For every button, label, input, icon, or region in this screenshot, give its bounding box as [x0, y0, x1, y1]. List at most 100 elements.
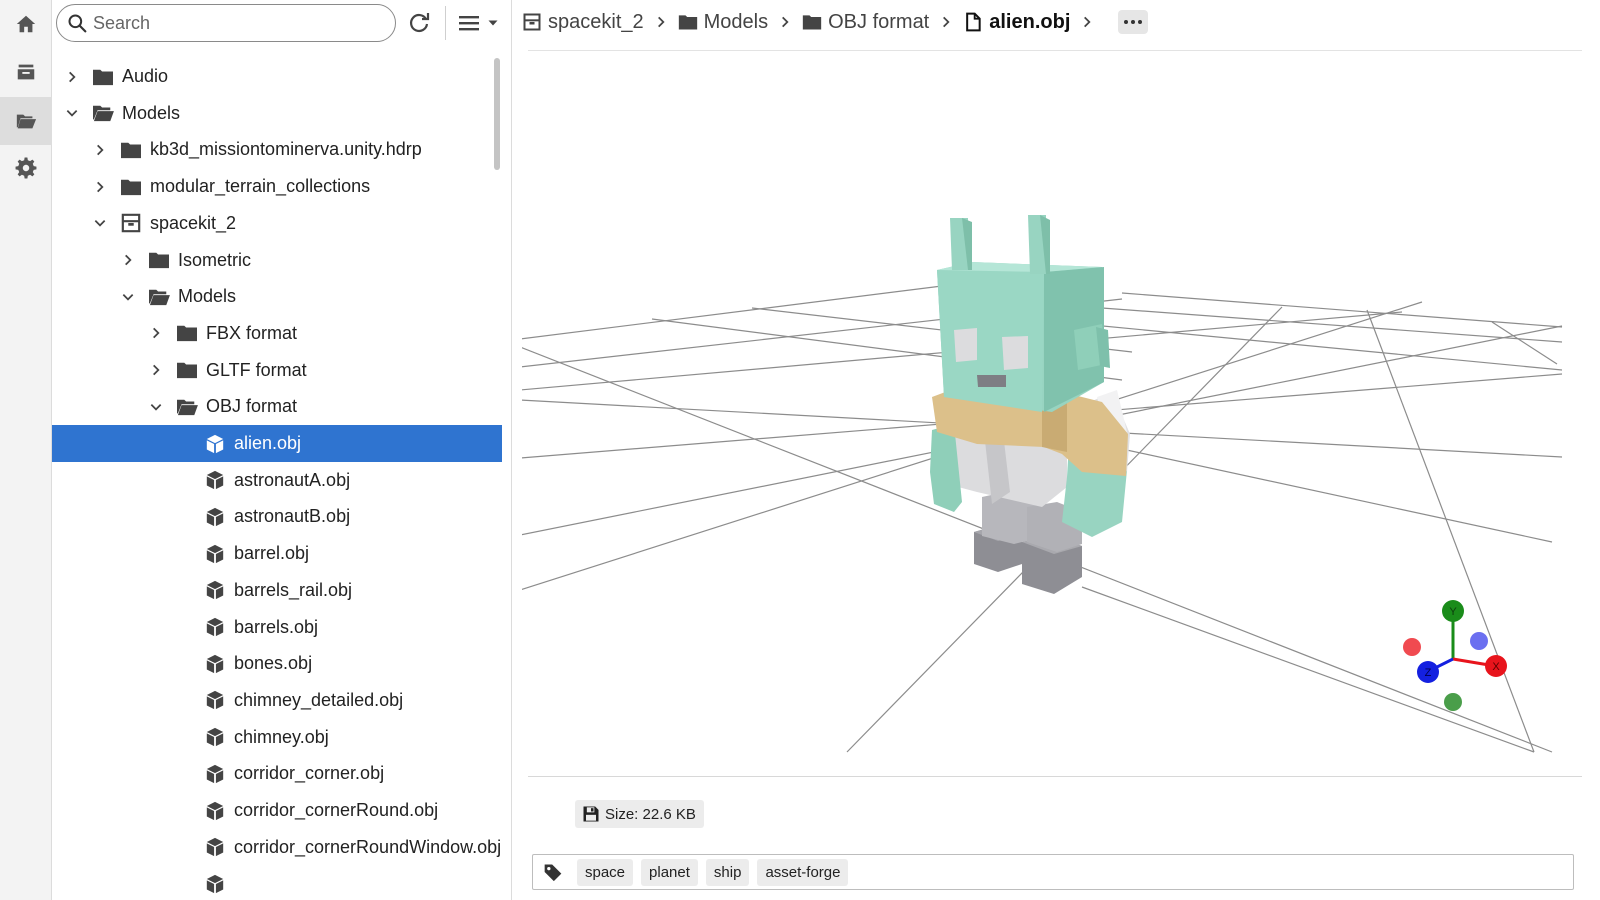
tree-folder-item[interactable]: OBJ format [52, 388, 502, 425]
tree-folder-item[interactable]: Models [52, 95, 502, 132]
tree-file-item[interactable]: astronautA.obj [52, 462, 502, 499]
breadcrumb-item[interactable]: spacekit_2 [522, 11, 644, 34]
chevron-right-icon[interactable] [64, 69, 80, 85]
tree-folder-item[interactable]: Audio [52, 58, 502, 95]
package-icon [120, 213, 142, 233]
menu-icon [459, 16, 479, 31]
axis-x-label: X [1492, 661, 1500, 673]
chevron-right-icon[interactable] [120, 252, 136, 268]
tree-file-item[interactable] [52, 865, 502, 900]
scrollbar[interactable] [494, 58, 500, 170]
chevron-down-icon[interactable] [64, 105, 80, 121]
cube-icon [204, 874, 226, 894]
breadcrumb-label: alien.obj [989, 10, 1071, 33]
settings-button[interactable] [0, 144, 52, 192]
cube-icon [204, 580, 226, 600]
cube-icon [204, 470, 226, 490]
chevron-down-icon[interactable] [120, 289, 136, 305]
tree-file-item[interactable]: astronautB.obj [52, 498, 502, 535]
chevron-right-icon[interactable] [148, 362, 164, 378]
folder-open-icon [92, 103, 114, 123]
tag-chip[interactable]: ship [705, 858, 750, 886]
cube-icon [204, 801, 226, 821]
folder-open-icon [16, 114, 37, 129]
breadcrumb-item[interactable]: Models [678, 11, 768, 34]
tree-item-label: corridor_corner.obj [234, 763, 385, 784]
chevron-right-icon [644, 15, 678, 29]
toolbar-divider [445, 6, 446, 40]
tag-chip[interactable]: space [577, 858, 634, 886]
chevron-right-icon[interactable] [148, 325, 164, 341]
archive-button[interactable] [0, 48, 52, 96]
cube-icon [204, 507, 226, 527]
tags-bar[interactable]: space planet ship asset-forge [532, 854, 1574, 890]
tree-file-item[interactable]: alien.obj [52, 425, 502, 462]
axis-neg-x-handle[interactable] [1403, 638, 1421, 656]
tree-file-item[interactable]: corridor_corner.obj [52, 755, 502, 792]
search-icon [68, 14, 87, 33]
axis-neg-z-handle[interactable] [1470, 632, 1488, 650]
tag-chip[interactable]: asset-forge [757, 858, 849, 886]
tree-file-item[interactable]: barrel.obj [52, 535, 502, 572]
tree-item-label: Isometric [178, 249, 252, 270]
tree-folder-item[interactable]: Isometric [52, 242, 502, 279]
breadcrumb-item[interactable]: OBJ format [802, 11, 929, 34]
viewer-divider [528, 776, 1582, 777]
breadcrumb-more-button[interactable] [1118, 10, 1149, 34]
tree-file-item[interactable]: barrels.obj [52, 609, 502, 646]
tree-item-label: barrels_rail.obj [234, 579, 353, 600]
chevron-down-icon[interactable] [148, 399, 164, 415]
refresh-icon [409, 13, 430, 33]
axis-neg-y-handle[interactable] [1444, 693, 1462, 711]
tree-item-label: corridor_cornerRound.obj [234, 800, 439, 820]
home-button[interactable] [0, 0, 52, 48]
tree-file-item[interactable]: chimney.obj [52, 719, 502, 756]
tree-folder-item[interactable]: kb3d_missiontominerva.unity.hdrp [52, 131, 502, 168]
chevron-down-icon[interactable] [92, 215, 108, 231]
breadcrumb-item[interactable]: alien.obj [963, 11, 1070, 34]
tree-folder-item[interactable]: spacekit_2 [52, 205, 502, 242]
chevron-right-icon [768, 15, 802, 29]
tree-item-label: Models [178, 286, 237, 307]
refresh-button[interactable] [404, 8, 434, 38]
cube-icon [204, 544, 226, 564]
tree-folder-item[interactable]: Models [52, 278, 502, 315]
chevron-right-icon[interactable] [92, 179, 108, 195]
gear-icon [15, 157, 37, 179]
files-button[interactable] [0, 97, 52, 145]
search-input[interactable] [93, 12, 373, 34]
tree-file-item[interactable]: barrels_rail.obj [52, 572, 502, 609]
caret-down-icon [488, 20, 498, 26]
folder-icon [176, 323, 198, 343]
tree-item-label: alien.obj [234, 433, 302, 453]
tree-folder-item[interactable]: modular_terrain_collections [52, 168, 502, 205]
tag-chip[interactable]: planet [641, 858, 698, 886]
tree-folder-item[interactable]: GLTF format [52, 352, 502, 389]
tag-icon [544, 864, 562, 882]
tree-item-label: Audio [122, 66, 169, 86]
tree-file-item[interactable]: chimney_detailed.obj [52, 682, 502, 719]
tree-file-item[interactable]: corridor_cornerRound.obj [52, 792, 502, 829]
chevron-right-icon[interactable] [92, 142, 108, 158]
tree-item-label: barrel.obj [234, 543, 310, 564]
folder-icon [176, 360, 198, 380]
cube-icon [204, 727, 226, 747]
activity-bar [0, 0, 52, 900]
file-size-text: Size: 22.6 KB [605, 805, 696, 823]
file-explorer-sidebar: Audio Models kb3d_missiontominerva.unity.h… [52, 0, 512, 900]
tree-folder-item[interactable]: FBX format [52, 315, 502, 352]
file-tree: Audio Models kb3d_missiontominerva.unity.h… [52, 58, 502, 900]
folder-icon [120, 177, 142, 197]
search-box[interactable] [56, 4, 396, 42]
tree-file-item[interactable]: bones.obj [52, 645, 502, 682]
axis-z-label: Z [1425, 667, 1432, 679]
breadcrumb-label: Models [703, 10, 769, 33]
model-viewer[interactable]: Y X Z [522, 52, 1582, 777]
view-menu-button[interactable] [452, 8, 504, 38]
tree-file-item[interactable]: corridor_cornerRoundWindow.obj [52, 829, 502, 866]
